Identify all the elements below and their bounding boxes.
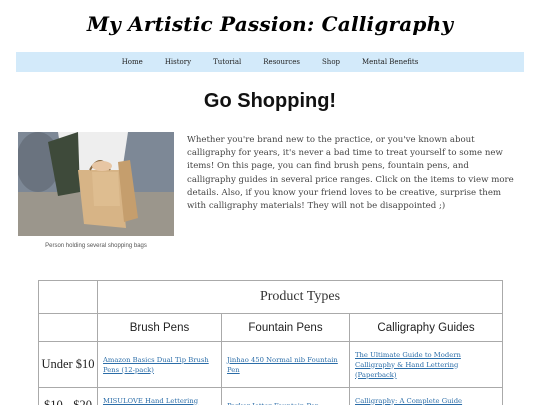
table-row: Under $10 Amazon Basics Dual Tip Brush P…: [38, 341, 504, 388]
nav-resources[interactable]: Resources: [252, 58, 311, 66]
price-range-label: $10 - $20: [38, 387, 98, 405]
column-header-fountain-pens: Fountain Pens: [221, 313, 350, 342]
product-link[interactable]: Calligraphy: A Complete Guide (Paperback…: [348, 387, 504, 405]
product-link[interactable]: Parker Jotter Fountain Pen: [221, 387, 350, 405]
site-title: My Artistic Passion: Calligraphy: [86, 12, 454, 36]
nav-tutorial[interactable]: Tutorial: [202, 58, 252, 66]
nav-home[interactable]: Home: [111, 58, 154, 66]
nav-mental-benefits[interactable]: Mental Benefits: [351, 58, 429, 66]
product-table: Product Types Brush Pens Fountain Pens C…: [38, 280, 504, 405]
main-nav: Home History Tutorial Resources Shop Men…: [16, 52, 524, 72]
shopping-bags-photo: [18, 132, 174, 236]
nav-shop[interactable]: Shop: [311, 58, 351, 66]
shopping-bags-illustration: [18, 132, 174, 236]
column-header-calligraphy-guides: Calligraphy Guides: [348, 313, 504, 342]
product-link[interactable]: Jinhao 450 Normal nib Fountain Pen: [221, 341, 350, 388]
table-corner-cell: [38, 313, 98, 342]
page-heading: Go Shopping!: [203, 90, 337, 112]
product-types-header: Product Types: [96, 280, 504, 314]
nav-history[interactable]: History: [154, 58, 202, 66]
photo-caption: Person holding several shopping bags: [45, 243, 147, 249]
product-link[interactable]: MISULOVE Hand Lettering Pens (6-pack): [97, 387, 222, 405]
price-range-label: Under $10: [38, 341, 98, 388]
column-header-brush-pens: Brush Pens: [97, 313, 222, 342]
intro-paragraph: Whether you're brand new to the practice…: [187, 135, 514, 212]
table-corner-cell: [38, 280, 98, 314]
table-row: $10 - $20 MISULOVE Hand Lettering Pens (…: [38, 387, 504, 405]
product-link[interactable]: Amazon Basics Dual Tip Brush Pens (12-pa…: [97, 341, 222, 388]
product-link[interactable]: The Ultimate Guide to Modern Calligraphy…: [348, 341, 504, 388]
